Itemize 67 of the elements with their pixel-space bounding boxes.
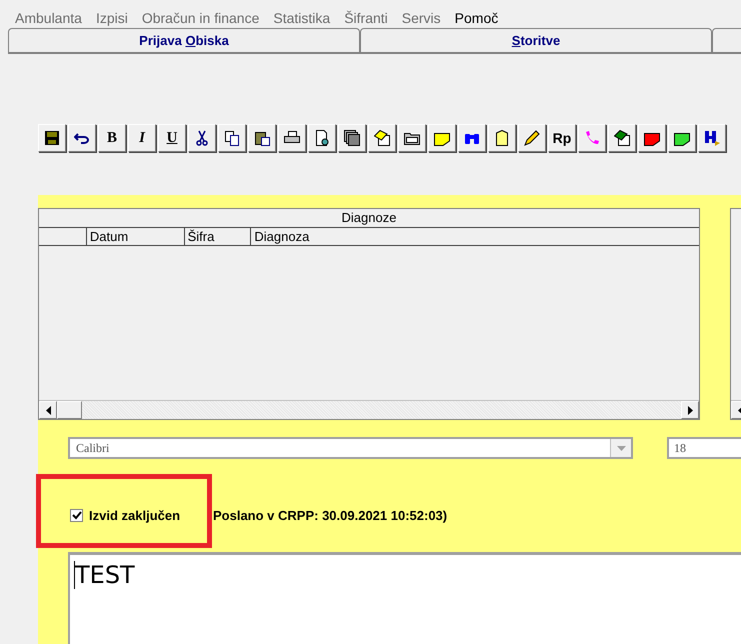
toolbar-button[interactable]: [518, 124, 546, 152]
toolbar-button[interactable]: [188, 124, 216, 152]
toolbar-button[interactable]: B: [98, 124, 126, 152]
toolbar-button[interactable]: [278, 124, 306, 152]
folder-icon: [404, 131, 420, 145]
toolbar-button[interactable]: U: [158, 124, 186, 152]
phone-icon: [584, 130, 600, 146]
note-icon: [614, 130, 630, 146]
toolbar-button[interactable]: [398, 124, 426, 152]
folder-tab-icon: [674, 130, 690, 146]
toolbar-button[interactable]: [338, 124, 366, 152]
printer-icon: [284, 131, 300, 145]
export-icon: [704, 130, 720, 146]
scroll-thumb[interactable]: [57, 401, 82, 419]
binoculars-icon: [464, 131, 480, 145]
page-magnifier-icon: [314, 130, 330, 146]
text-editor[interactable]: TEST: [68, 552, 741, 644]
toolbar-button[interactable]: Rp: [548, 124, 576, 152]
column-header: Šifra: [184, 228, 250, 245]
toolbar-button[interactable]: [218, 124, 246, 152]
toolbar-button[interactable]: [248, 124, 276, 152]
file-icon: [496, 130, 508, 146]
right-arrow-icon: [688, 406, 692, 414]
copy-icon: [224, 130, 240, 146]
clipboard-icon: [254, 130, 270, 146]
folder-tab-icon: [644, 130, 660, 146]
horizontal-scrollbar[interactable]: [39, 400, 699, 419]
font-size-field[interactable]: 18: [667, 437, 741, 459]
sent-status-text: Poslano v CRPP: 30.09.2021 10:52:03): [213, 508, 448, 523]
toolbar-button[interactable]: I: [128, 124, 156, 152]
left-arrow-icon: [46, 406, 50, 414]
folder-tab-icon: [434, 130, 450, 146]
checkbox[interactable]: [70, 509, 83, 522]
toolbar-glyph: B: [106, 130, 117, 146]
scroll-left-button[interactable]: [39, 401, 57, 419]
pencil-icon: [524, 130, 540, 146]
toolbar-button[interactable]: [428, 124, 456, 152]
undo-icon: [74, 132, 90, 144]
tab[interactable]: Storitve: [360, 28, 712, 52]
dropdown-arrow-icon: [616, 446, 626, 450]
save-icon: [44, 130, 60, 146]
tab[interactable]: [712, 28, 741, 52]
toolbar-button[interactable]: [308, 124, 336, 152]
tab[interactable]: Prijava Obiska: [8, 28, 360, 52]
column-header: Datum: [86, 228, 184, 245]
toolbar-glyph: I: [139, 130, 145, 146]
toolbar-glyph: Rp: [552, 130, 572, 146]
scissors-icon: [196, 130, 208, 146]
toolbar-button[interactable]: [458, 124, 486, 152]
toolbar-button[interactable]: [638, 124, 666, 152]
disks-icon: [344, 130, 360, 146]
toolbar-button[interactable]: [698, 124, 726, 152]
toolbar-button[interactable]: [38, 124, 66, 152]
toolbar-button[interactable]: [368, 124, 396, 152]
toolbar-glyph: U: [166, 130, 178, 146]
toolbar-button[interactable]: [488, 124, 516, 152]
note-icon: [374, 130, 390, 146]
menu-item[interactable]: Pomoč: [454, 10, 498, 24]
column-header: Diagnoza: [250, 228, 699, 245]
checkbox-label[interactable]: Izvid zaključen: [89, 508, 207, 523]
font-dropdown[interactable]: Calibri: [68, 437, 633, 459]
toolbar-button[interactable]: [608, 124, 636, 152]
toolbar-button[interactable]: [68, 124, 96, 152]
scroll-right-button[interactable]: [681, 401, 699, 419]
toolbar-button[interactable]: [668, 124, 696, 152]
left-arrow-icon: [738, 406, 741, 414]
grid-title: Diagnoze: [39, 209, 699, 228]
